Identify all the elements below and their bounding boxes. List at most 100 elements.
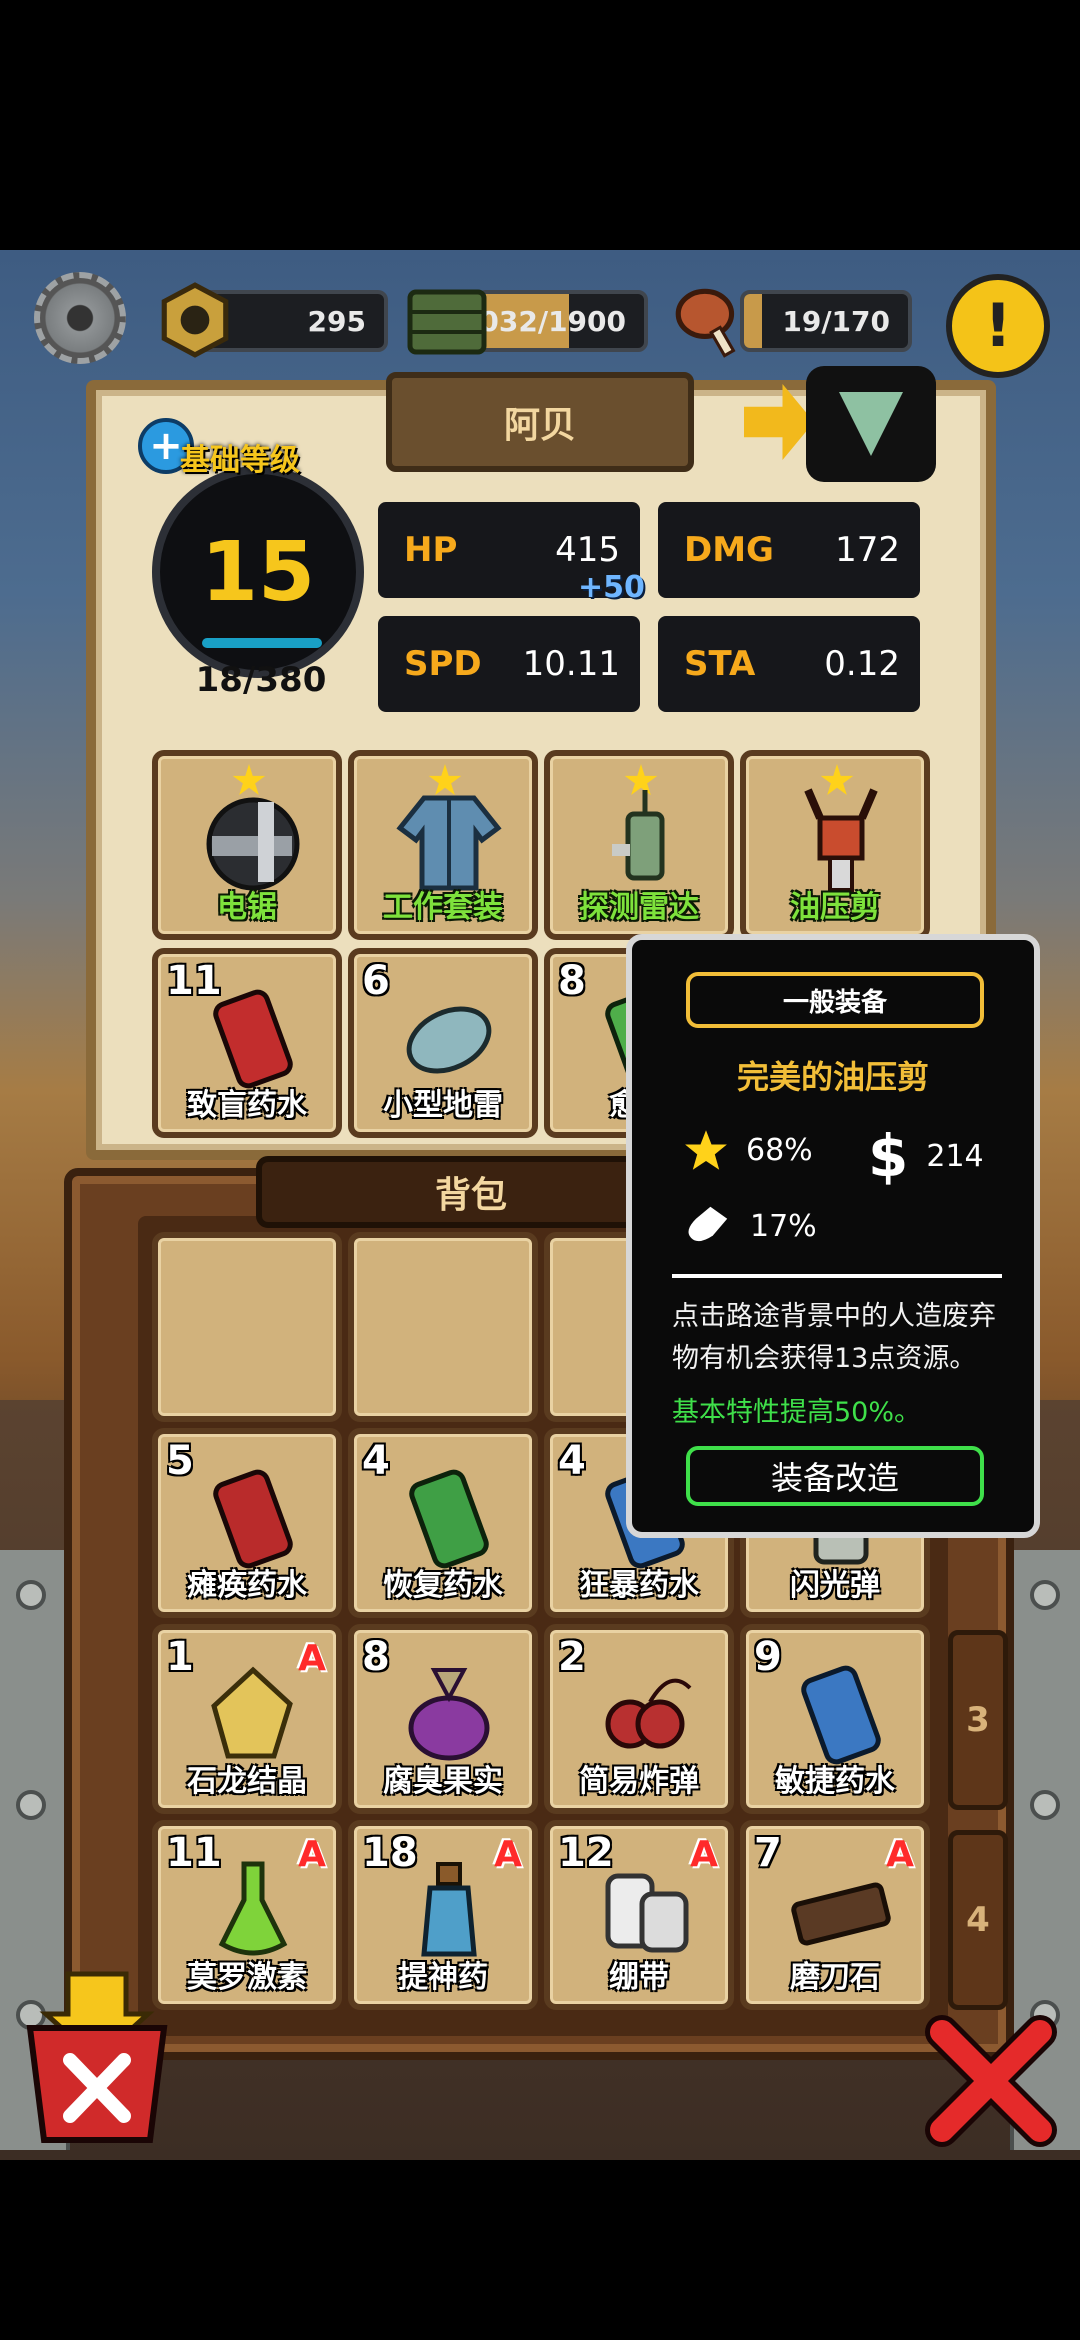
backpack-item[interactable]: 8 腐臭果实 (348, 1624, 538, 1814)
character-name: 阿贝 (386, 372, 694, 472)
item-label: 瘫痪药水 (187, 1568, 307, 1603)
consumable-slot[interactable]: 6 小型地雷 (348, 948, 538, 1138)
equip-slot-radar[interactable]: 探测雷达 (544, 750, 734, 940)
item-qty: 4 (558, 1438, 586, 1484)
tooltip-divider (672, 1274, 1002, 1278)
meat-icon (675, 288, 736, 358)
item-grade-badge: A (298, 1834, 326, 1875)
stat-key: SPD (404, 644, 482, 684)
item-qty: 11 (166, 958, 222, 1004)
discard-button[interactable] (22, 1968, 172, 2146)
item-grade-badge: A (690, 1834, 718, 1875)
class-button[interactable] (806, 366, 936, 482)
stat-key: STA (684, 644, 756, 684)
level-label: 基础等级 (180, 443, 300, 478)
rarity-label: 一般装备 (686, 972, 984, 1028)
alert-icon: ! (984, 291, 1012, 361)
item-qty: 9 (754, 1634, 782, 1680)
backpack-title: 背包 (256, 1156, 686, 1228)
equip-label: 探测雷达 (579, 890, 699, 925)
supplies-counter: 1032/1900 (460, 290, 648, 352)
bolt-decor (1030, 1580, 1060, 1610)
backpack-item[interactable]: 5 瘫痪药水 (152, 1428, 342, 1618)
backpack-item[interactable]: 2 简易炸弹 (544, 1624, 734, 1814)
stat-spd: SPD 10.11 (378, 616, 640, 712)
radar-icon (612, 790, 665, 881)
bolt-decor (16, 1580, 46, 1610)
bolt-decor (1030, 1790, 1060, 1820)
backpack-item[interactable]: 1 A 石龙结晶 (152, 1624, 342, 1814)
item-qty: 1 (166, 1634, 194, 1680)
bolt-decor (16, 1790, 46, 1820)
item-qty: 5 (166, 1438, 194, 1484)
item-label: 磨刀石 (790, 1960, 880, 1995)
item-qty: 2 (558, 1634, 586, 1680)
item-label: 闪光弹 (790, 1568, 880, 1603)
equip-slot-chainsaw[interactable]: 电锯 (152, 750, 342, 940)
stat-value: 415 (555, 530, 620, 570)
xp-bar (202, 638, 322, 648)
item-qty: 11 (166, 1830, 222, 1876)
star-icon (685, 1130, 727, 1170)
work-suit-icon (396, 795, 502, 891)
backpack-item[interactable]: 9 敏捷药水 (740, 1624, 930, 1814)
item-qty: 4 (362, 1438, 390, 1484)
tab-label: 3 (966, 1700, 990, 1740)
equip-label: 油压剪 (790, 890, 880, 925)
xp-text: 18/380 (195, 660, 327, 700)
dig-stat: 17% (684, 1202, 817, 1250)
star-pct: 68% (746, 1132, 813, 1168)
item-label: 提神药 (398, 1960, 488, 1995)
backpack-empty-slot[interactable] (348, 1232, 538, 1422)
backpack-item[interactable]: 7 A 磨刀石 (740, 1820, 930, 2010)
backpack-tab-3[interactable]: 3 (948, 1630, 1008, 1810)
backpack-empty-slot[interactable] (152, 1232, 342, 1422)
backpack-item[interactable]: 18 A 提神药 (348, 1820, 538, 2010)
crystal-icon (211, 1666, 293, 1759)
game-screen: 295 1032/1900 19/170 ! 阿贝 15 + 基础等级 18/3… (0, 0, 1080, 2340)
potion-can-icon (213, 1469, 293, 1569)
stat-key: DMG (684, 530, 774, 570)
hp-bonus: +50 (578, 570, 645, 605)
price-stat: $ 214 (868, 1122, 984, 1190)
item-qty: 12 (558, 1830, 614, 1876)
stat-value: 10.11 (522, 644, 620, 684)
gear-icon[interactable] (34, 272, 126, 364)
dollar-icon: $ (868, 1122, 909, 1190)
item-qty: 8 (362, 1634, 390, 1680)
stat-value: 172 (835, 530, 900, 570)
star-stat: 68% (684, 1128, 813, 1172)
backpack-item[interactable]: 4 恢复药水 (348, 1428, 538, 1618)
item-qty: 7 (754, 1830, 782, 1876)
equip-slot-hydraulic-cutter[interactable]: 油压剪 (740, 750, 930, 940)
hydraulic-cutter-icon (804, 788, 878, 892)
backpack-tab-4[interactable]: 4 (948, 1830, 1008, 2010)
backpack-title-text: 背包 (434, 1175, 507, 1216)
stat-sta: STA 0.12 (658, 616, 920, 712)
crate-icon (407, 289, 487, 355)
item-label: 莫罗激素 (187, 1960, 307, 1995)
backpack-item[interactable]: 12 A 绷带 (544, 1820, 734, 2010)
alert-button[interactable]: ! (946, 274, 1050, 378)
stat-dmg: DMG 172 (658, 502, 920, 598)
dig-pct: 17% (750, 1208, 817, 1244)
tooltip-desc: 点击路途背景中的人造废弃物有机会获得13点资源。 (672, 1301, 996, 1374)
food-value: 19/170 (782, 304, 890, 338)
modify-equipment-button[interactable]: 装备改造 (686, 1446, 984, 1506)
chainsaw-icon (206, 797, 300, 891)
equip-slot-work-suit[interactable]: 工作套装 (348, 750, 538, 940)
backpack-item[interactable]: 11 A 莫罗激素 (152, 1820, 342, 2010)
shield-icon (839, 392, 903, 456)
consumable-slot[interactable]: 11 致盲药水 (152, 948, 342, 1138)
potion-can-icon (801, 1665, 881, 1765)
character-name-text: 阿贝 (503, 405, 576, 446)
tooltip-title: 完美的油压剪 (736, 1058, 929, 1096)
item-label: 腐臭果实 (383, 1764, 503, 1799)
shovel-icon (688, 1206, 728, 1242)
item-label: 敏捷药水 (775, 1764, 895, 1799)
stat-value: 0.12 (824, 644, 900, 684)
close-icon[interactable] (924, 2014, 1058, 2148)
tab-label: 4 (966, 1900, 990, 1940)
potion-can-icon (409, 1469, 489, 1569)
item-qty: 6 (362, 958, 390, 1004)
